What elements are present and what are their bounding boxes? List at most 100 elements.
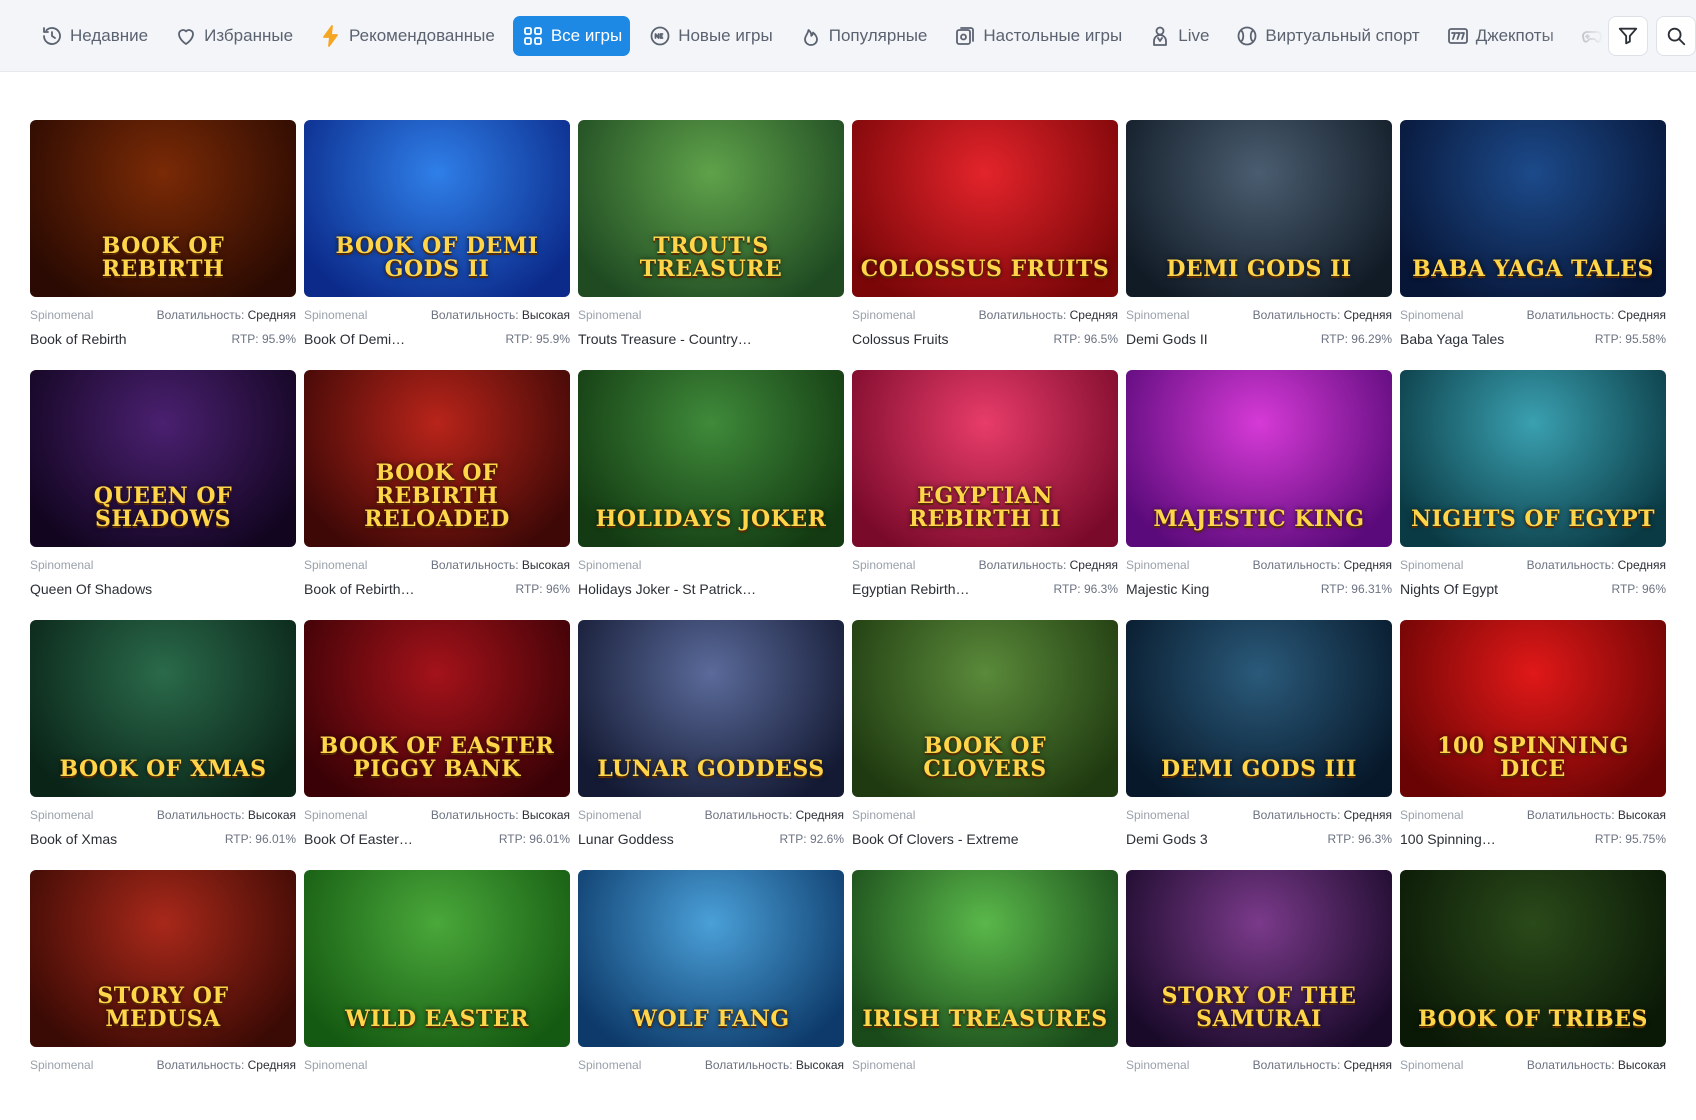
search-button[interactable] (1656, 16, 1696, 56)
game-title: Demi Gods 3 (1126, 831, 1208, 847)
game-thumbnail[interactable]: MAJESTIC KING (1126, 370, 1392, 547)
game-thumbnail[interactable]: LUNAR GODDESS (578, 620, 844, 797)
game-provider: Spinomenal (1126, 1058, 1190, 1072)
game-thumbnail[interactable]: BABA YAGA TALES (1400, 120, 1666, 297)
rtp-value: 95.75% (1625, 832, 1666, 846)
game-info: Egyptian Rebirth… RTP: 96.3% (852, 578, 1118, 600)
game-card[interactable]: BOOK OF XMAS Spinomenal Волатильность: Выс… (30, 620, 296, 870)
game-card[interactable]: WILD EASTER Spinomenal (304, 870, 570, 1120)
tab-ball[interactable]: Виртуальный спорт (1227, 16, 1427, 56)
tab-dealer[interactable]: Live (1140, 16, 1217, 56)
game-thumbnail[interactable]: BOOK OF REBIRTH (30, 120, 296, 297)
game-thumbnail[interactable]: EGYPTIAN REBIRTH II (852, 370, 1118, 547)
game-thumbnail[interactable]: WILD EASTER (304, 870, 570, 1047)
rtp-label: RTP: (1327, 832, 1358, 846)
game-card[interactable]: BOOK OF REBIRTH Spinomenal Волатильность: … (30, 120, 296, 370)
rtp-value: 96% (1641, 582, 1666, 596)
game-meta: Spinomenal (578, 308, 844, 328)
volatility-label: Волатильность: (704, 1058, 796, 1072)
tab-heart[interactable]: Избранные (166, 16, 301, 56)
volatility-value: Средняя (1617, 558, 1666, 572)
game-thumbnail[interactable]: BOOK OF XMAS (30, 620, 296, 797)
game-card[interactable]: BABA YAGA TALES Spinomenal Волатильность: … (1400, 120, 1666, 370)
game-volatility: Волатильность: Средняя (705, 808, 844, 828)
game-card[interactable]: QUEEN OF SHADOWS Spinomenal Queen Of Shado… (30, 370, 296, 620)
game-meta: Spinomenal Волатильность: Высокая (304, 808, 570, 828)
game-card[interactable]: BOOK OF DEMI GODS II Spinomenal Волатильно… (304, 120, 570, 370)
tab-history[interactable]: Недавние (32, 16, 156, 56)
game-rtp: RTP: 96.01% (225, 832, 296, 846)
game-thumbnail[interactable]: HOLIDAYS JOKER (578, 370, 844, 547)
tab-label: Избранные (204, 26, 294, 45)
game-thumbnail[interactable]: BOOK OF TRIBES (1400, 870, 1666, 1047)
game-art-title: DEMI GODS II (1166, 255, 1352, 282)
game-card[interactable]: STORY OF MEDUSA Spinomenal Волатильность: … (30, 870, 296, 1120)
volatility-value: Средняя (1343, 808, 1392, 822)
game-card[interactable]: DEMI GODS II Spinomenal Волатильность: Сре… (1126, 120, 1392, 370)
volatility-label: Волатильность: (1252, 808, 1344, 822)
game-thumbnail[interactable]: BOOK OF EASTER PIGGY BANK (304, 620, 570, 797)
volatility-label: Волатильность: (1252, 1058, 1344, 1072)
game-thumbnail[interactable]: BOOK OF CLOVERS (852, 620, 1118, 797)
game-thumbnail[interactable]: COLOSSUS FRUITS (852, 120, 1118, 297)
game-thumbnail[interactable]: BOOK OF REBIRTH RELOADED (304, 370, 570, 547)
game-card[interactable]: NIGHTS OF EGYPT Spinomenal Волатильность: … (1400, 370, 1666, 620)
game-card[interactable]: BOOK OF TRIBES Spinomenal Волатильность: В… (1400, 870, 1666, 1120)
tab-flame[interactable]: Популярные (791, 16, 936, 56)
tab-chip[interactable]: Настольные игры (945, 16, 1130, 56)
game-card[interactable]: LUNAR GODDESS Spinomenal Волатильность: Ср… (578, 620, 844, 870)
game-rtp: RTP: 96.5% (1054, 332, 1118, 346)
game-card[interactable]: IRISH TREASURES Spinomenal (852, 870, 1118, 1120)
game-card[interactable]: TROUT'S TREASURE Spinomenal Trouts Treasur… (578, 120, 844, 370)
game-thumbnail[interactable]: DEMI GODS II (1126, 120, 1392, 297)
game-card[interactable]: BOOK OF REBIRTH RELOADED Spinomenal Волати… (304, 370, 570, 620)
volatility-value: Средняя (1343, 308, 1392, 322)
grid-icon (523, 27, 542, 45)
game-thumbnail[interactable]: STORY OF MEDUSA (30, 870, 296, 1047)
game-card[interactable]: EGYPTIAN REBIRTH II Spinomenal Волатильнос… (852, 370, 1118, 620)
rtp-label: RTP: (1320, 332, 1352, 346)
game-thumbnail[interactable]: 100 SPINNING DICE (1400, 620, 1666, 797)
game-card[interactable]: BOOK OF CLOVERS Spinomenal Book Of Clovers… (852, 620, 1118, 870)
game-info: Book of Rebirth RTP: 95.9% (30, 328, 296, 350)
game-thumbnail[interactable]: BOOK OF DEMI GODS II (304, 120, 570, 297)
game-provider: Spinomenal (1400, 808, 1464, 822)
game-card[interactable]: WOLF FANG Spinomenal Волатильность: Высока… (578, 870, 844, 1120)
tab-grid[interactable]: Все игры (512, 16, 631, 56)
game-info: Demi Gods 3 RTP: 96.3% (1126, 828, 1392, 850)
game-card[interactable]: DEMI GODS III Spinomenal Волатильность: Ср… (1126, 620, 1392, 870)
game-provider: Spinomenal (1126, 308, 1190, 322)
game-card[interactable]: MAJESTIC KING Spinomenal Волатильность: Ср… (1126, 370, 1392, 620)
game-volatility: Волатильность: Высокая (1527, 1058, 1666, 1078)
game-thumbnail[interactable]: IRISH TREASURES (852, 870, 1118, 1047)
game-card[interactable]: 100 SPINNING DICE Spinomenal Волатильность… (1400, 620, 1666, 870)
rtp-value: 96.01% (255, 832, 296, 846)
tab-777[interactable]: Джекпоты (1438, 16, 1562, 56)
tab-new-badge[interactable]: Новые игры (640, 16, 781, 56)
game-thumbnail[interactable]: TROUT'S TREASURE (578, 120, 844, 297)
tab-gamepad[interactable]: Други (1572, 16, 1604, 56)
game-volatility: Волатильность: Средняя (1253, 558, 1392, 578)
game-meta: Spinomenal Волатильность: Высокая (578, 1058, 844, 1078)
game-card[interactable]: BOOK OF EASTER PIGGY BANK Spinomenal Волат… (304, 620, 570, 870)
game-thumbnail[interactable]: WOLF FANG (578, 870, 844, 1047)
rtp-label: RTP: (1053, 582, 1084, 596)
game-volatility: Волатильность: Средняя (1253, 808, 1392, 828)
game-card[interactable]: STORY OF THE SAMURAI Spinomenal Волатильно… (1126, 870, 1392, 1120)
game-card[interactable]: HOLIDAYS JOKER Spinomenal Holidays Joker -… (578, 370, 844, 620)
game-thumbnail[interactable]: STORY OF THE SAMURAI (1126, 870, 1392, 1047)
game-provider: Spinomenal (304, 308, 368, 322)
game-provider: Spinomenal (30, 808, 94, 822)
filter-button[interactable] (1608, 16, 1648, 56)
game-thumbnail[interactable]: DEMI GODS III (1126, 620, 1392, 797)
tab-lightning[interactable]: Рекомендованные (311, 16, 503, 56)
game-info (1400, 1078, 1666, 1100)
game-art-title: BOOK OF EASTER PIGGY BANK (319, 732, 555, 782)
game-info (852, 1078, 1118, 1100)
game-title: Book of Rebirth… (304, 581, 415, 597)
game-thumbnail[interactable]: NIGHTS OF EGYPT (1400, 370, 1666, 547)
rtp-label: RTP: (505, 332, 536, 346)
game-card[interactable]: COLOSSUS FRUITS Spinomenal Волатильность: … (852, 120, 1118, 370)
game-thumbnail[interactable]: QUEEN OF SHADOWS (30, 370, 296, 547)
volatility-label: Волатильность: (1526, 808, 1618, 822)
